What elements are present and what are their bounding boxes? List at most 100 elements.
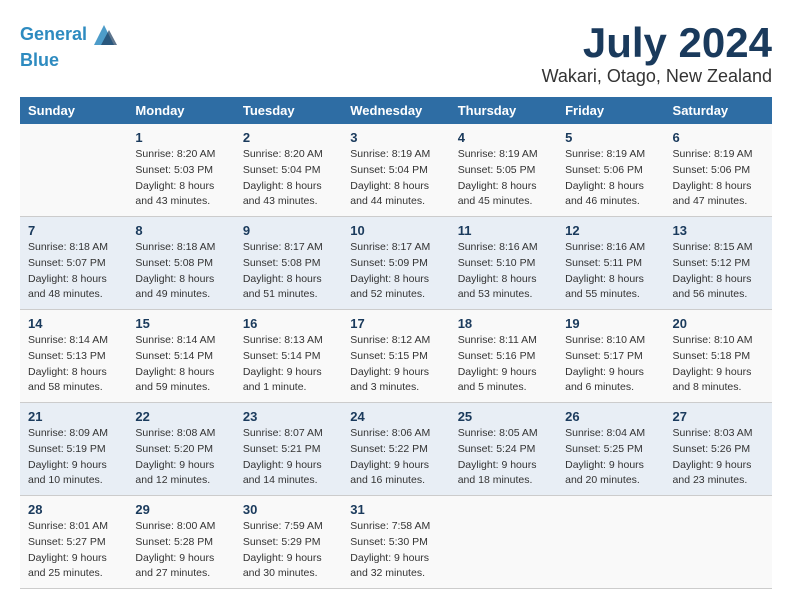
day-number: 8 [135, 223, 226, 238]
calendar-cell: 19 Sunrise: 8:10 AMSunset: 5:17 PMDayligh… [557, 310, 664, 403]
day-info: Sunrise: 8:20 AMSunset: 5:04 PMDaylight:… [243, 147, 334, 210]
calendar-cell: 25Sunrise: 8:05 AMSunset: 5:24 PMDayligh… [450, 403, 557, 496]
day-number: 19 [565, 316, 656, 331]
day-number: 9 [243, 223, 334, 238]
day-of-week-header: Sunday [20, 97, 127, 124]
day-info: Sunrise: 8:10 AMSunset: 5:17 PMDaylight:… [565, 333, 656, 396]
day-info: Sunrise: 8:16 AMSunset: 5:11 PMDaylight:… [565, 240, 656, 303]
calendar-table: SundayMondayTuesdayWednesdayThursdayFrid… [20, 97, 772, 589]
calendar-cell: 4Sunrise: 8:19 AMSunset: 5:05 PMDaylight… [450, 124, 557, 217]
logo-icon [89, 20, 119, 50]
calendar-cell: 31 Sunrise: 7:58 AMSunset: 5:30 PMDayligh… [342, 496, 449, 589]
day-info: Sunrise: 8:19 AMSunset: 5:06 PMDaylight:… [673, 147, 764, 210]
day-of-week-header: Tuesday [235, 97, 342, 124]
day-number: 30 [243, 502, 334, 517]
day-number: 17 [350, 316, 441, 331]
day-info: Sunrise: 8:00 AMSunset: 5:28 PMDaylight:… [135, 519, 226, 582]
calendar-cell: 13 Sunrise: 8:15 AMSunset: 5:12 PMDayligh… [665, 217, 772, 310]
day-info: Sunrise: 8:13 AMSunset: 5:14 PMDaylight:… [243, 333, 334, 396]
day-info: Sunrise: 8:11 AMSunset: 5:16 PMDaylight:… [458, 333, 549, 396]
day-info: Sunrise: 8:08 AMSunset: 5:20 PMDaylight:… [135, 426, 226, 489]
calendar-cell: 5 Sunrise: 8:19 AMSunset: 5:06 PMDaylight… [557, 124, 664, 217]
calendar-cell [557, 496, 664, 589]
calendar-cell: 7 Sunrise: 8:18 AMSunset: 5:07 PMDaylight… [20, 217, 127, 310]
day-number: 21 [28, 409, 119, 424]
day-number: 24 [350, 409, 441, 424]
calendar-cell: 27Sunrise: 8:03 AMSunset: 5:26 PMDayligh… [665, 403, 772, 496]
calendar-cell: 24Sunrise: 8:06 AMSunset: 5:22 PMDayligh… [342, 403, 449, 496]
day-info: Sunrise: 8:04 AMSunset: 5:25 PMDaylight:… [565, 426, 656, 489]
calendar-cell: 10 Sunrise: 8:17 AMSunset: 5:09 PMDayligh… [342, 217, 449, 310]
day-info: Sunrise: 7:58 AMSunset: 5:30 PMDaylight:… [350, 519, 441, 582]
day-info: Sunrise: 8:14 AMSunset: 5:13 PMDaylight:… [28, 333, 119, 396]
calendar-cell: 15 Sunrise: 8:14 AMSunset: 5:14 PMDayligh… [127, 310, 234, 403]
day-info: Sunrise: 8:09 AMSunset: 5:19 PMDaylight:… [28, 426, 119, 489]
calendar-cell [665, 496, 772, 589]
day-of-week-header: Thursday [450, 97, 557, 124]
calendar-row: 7 Sunrise: 8:18 AMSunset: 5:07 PMDaylight… [20, 217, 772, 310]
logo: General Blue [20, 20, 119, 72]
calendar-body: 1 Sunrise: 8:20 AMSunset: 5:03 PMDaylight… [20, 124, 772, 589]
calendar-cell: 6 Sunrise: 8:19 AMSunset: 5:06 PMDaylight… [665, 124, 772, 217]
calendar-row: 1 Sunrise: 8:20 AMSunset: 5:03 PMDaylight… [20, 124, 772, 217]
calendar-cell: 14Sunrise: 8:14 AMSunset: 5:13 PMDayligh… [20, 310, 127, 403]
day-info: Sunrise: 8:20 AMSunset: 5:03 PMDaylight:… [135, 147, 226, 210]
day-number: 23 [243, 409, 334, 424]
day-number: 22 [135, 409, 226, 424]
month-title: July 2024 [542, 20, 772, 66]
day-info: Sunrise: 7:59 AMSunset: 5:29 PMDaylight:… [243, 519, 334, 582]
calendar-cell: 26 Sunrise: 8:04 AMSunset: 5:25 PMDayligh… [557, 403, 664, 496]
day-number: 12 [565, 223, 656, 238]
day-info: Sunrise: 8:07 AMSunset: 5:21 PMDaylight:… [243, 426, 334, 489]
calendar-cell: 3 Sunrise: 8:19 AMSunset: 5:04 PMDaylight… [342, 124, 449, 217]
day-number: 13 [673, 223, 764, 238]
day-info: Sunrise: 8:03 AMSunset: 5:26 PMDaylight:… [673, 426, 764, 489]
calendar-cell: 20 Sunrise: 8:10 AMSunset: 5:18 PMDayligh… [665, 310, 772, 403]
day-of-week-header: Friday [557, 97, 664, 124]
day-number: 31 [350, 502, 441, 517]
day-number: 7 [28, 223, 119, 238]
calendar-cell: 30 Sunrise: 7:59 AMSunset: 5:29 PMDayligh… [235, 496, 342, 589]
calendar-cell: 1 Sunrise: 8:20 AMSunset: 5:03 PMDaylight… [127, 124, 234, 217]
header-row: SundayMondayTuesdayWednesdayThursdayFrid… [20, 97, 772, 124]
day-info: Sunrise: 8:14 AMSunset: 5:14 PMDaylight:… [135, 333, 226, 396]
day-info: Sunrise: 8:17 AMSunset: 5:08 PMDaylight:… [243, 240, 334, 303]
logo-blue: Blue [20, 50, 119, 72]
calendar-cell: 18 Sunrise: 8:11 AMSunset: 5:16 PMDayligh… [450, 310, 557, 403]
day-number: 28 [28, 502, 119, 517]
day-number: 29 [135, 502, 226, 517]
day-info: Sunrise: 8:19 AMSunset: 5:06 PMDaylight:… [565, 147, 656, 210]
logo-general: General [20, 24, 87, 44]
calendar-cell [450, 496, 557, 589]
day-of-week-header: Saturday [665, 97, 772, 124]
day-number: 10 [350, 223, 441, 238]
calendar-cell: 29 Sunrise: 8:00 AMSunset: 5:28 PMDayligh… [127, 496, 234, 589]
calendar-cell: 11Sunrise: 8:16 AMSunset: 5:10 PMDayligh… [450, 217, 557, 310]
calendar-cell: 9 Sunrise: 8:17 AMSunset: 5:08 PMDaylight… [235, 217, 342, 310]
day-info: Sunrise: 8:12 AMSunset: 5:15 PMDaylight:… [350, 333, 441, 396]
day-number: 4 [458, 130, 549, 145]
calendar-cell [20, 124, 127, 217]
day-info: Sunrise: 8:15 AMSunset: 5:12 PMDaylight:… [673, 240, 764, 303]
day-number: 1 [135, 130, 226, 145]
day-number: 6 [673, 130, 764, 145]
day-number: 20 [673, 316, 764, 331]
day-number: 2 [243, 130, 334, 145]
day-info: Sunrise: 8:17 AMSunset: 5:09 PMDaylight:… [350, 240, 441, 303]
day-number: 18 [458, 316, 549, 331]
calendar-cell: 22 Sunrise: 8:08 AMSunset: 5:20 PMDayligh… [127, 403, 234, 496]
calendar-cell: 17 Sunrise: 8:12 AMSunset: 5:15 PMDayligh… [342, 310, 449, 403]
day-info: Sunrise: 8:18 AMSunset: 5:07 PMDaylight:… [28, 240, 119, 303]
day-number: 15 [135, 316, 226, 331]
day-info: Sunrise: 8:19 AMSunset: 5:04 PMDaylight:… [350, 147, 441, 210]
day-info: Sunrise: 8:10 AMSunset: 5:18 PMDaylight:… [673, 333, 764, 396]
calendar-cell: 12 Sunrise: 8:16 AMSunset: 5:11 PMDayligh… [557, 217, 664, 310]
page-header: General Blue July 2024 Wakari, Otago, Ne… [20, 20, 772, 87]
title-section: July 2024 Wakari, Otago, New Zealand [542, 20, 772, 87]
day-number: 5 [565, 130, 656, 145]
day-info: Sunrise: 8:05 AMSunset: 5:24 PMDaylight:… [458, 426, 549, 489]
day-info: Sunrise: 8:18 AMSunset: 5:08 PMDaylight:… [135, 240, 226, 303]
day-number: 3 [350, 130, 441, 145]
day-number: 26 [565, 409, 656, 424]
day-of-week-header: Wednesday [342, 97, 449, 124]
